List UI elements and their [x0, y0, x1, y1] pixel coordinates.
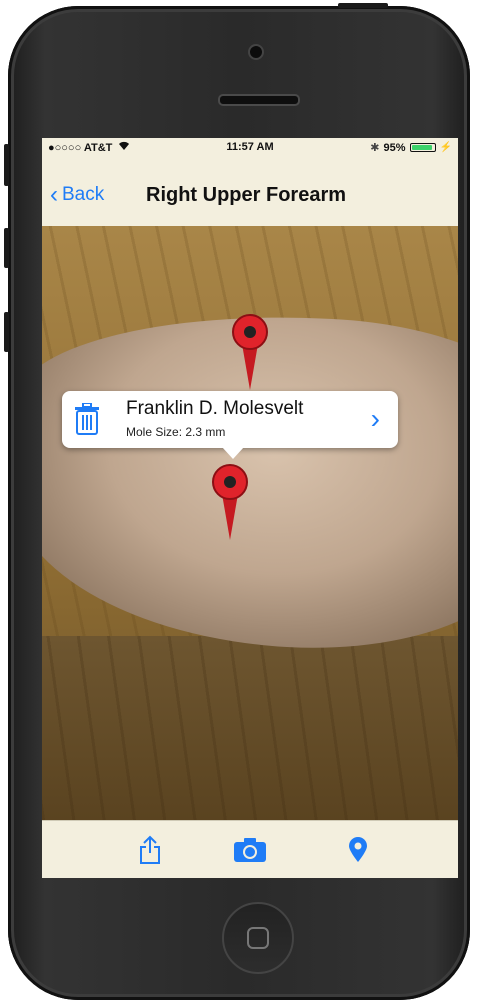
mole-pin-2[interactable]	[210, 462, 250, 542]
mole-callout[interactable]: Franklin D. Molesvelt Mole Size: 2.3 mm …	[62, 391, 398, 459]
mole-size: Mole Size: 2.3 mm	[126, 425, 226, 439]
bottom-toolbar	[42, 820, 458, 878]
front-camera	[248, 44, 264, 60]
camera-button[interactable]	[232, 833, 268, 867]
charging-icon: ⚡	[439, 142, 452, 153]
volume-down-button	[4, 312, 9, 352]
chevron-left-icon: ‹	[50, 181, 58, 208]
navigation-bar: ‹ Back Right Upper Forearm	[42, 158, 458, 227]
chevron-right-icon[interactable]: ›	[371, 405, 380, 433]
battery-percent: 95%	[383, 141, 406, 154]
battery-fill	[411, 145, 433, 150]
trash-icon[interactable]	[74, 403, 100, 435]
home-square-icon	[247, 927, 269, 949]
status-bar: ●○○○○ AT&T 11:57 AM ✱ 95% ⚡	[42, 138, 458, 158]
power-button	[338, 3, 388, 8]
patient-name: Franklin D. Molesvelt	[126, 398, 304, 419]
volume-up-button	[4, 228, 9, 268]
mole-pin-1[interactable]	[230, 312, 270, 392]
body-photo[interactable]: Franklin D. Molesvelt Mole Size: 2.3 mm …	[42, 226, 458, 820]
mute-switch	[4, 144, 9, 186]
share-icon	[140, 835, 160, 864]
page-title: Right Upper Forearm	[146, 184, 347, 206]
battery-icon	[409, 143, 436, 152]
add-pin-button[interactable]	[340, 833, 376, 867]
back-button[interactable]: ‹ Back	[50, 181, 105, 208]
earpiece-speaker	[218, 94, 300, 106]
share-button[interactable]	[132, 833, 168, 867]
location-pin-icon	[349, 837, 367, 862]
callout-pointer	[222, 447, 244, 459]
status-right: ✱ 95% ⚡	[370, 141, 452, 155]
bluetooth-icon: ✱	[370, 142, 380, 154]
camera-icon	[234, 838, 266, 862]
wood-surface	[42, 636, 458, 820]
back-label: Back	[62, 184, 105, 205]
home-button[interactable]	[222, 902, 294, 974]
screen: ●○○○○ AT&T 11:57 AM ✱ 95% ⚡ ‹ Back Right…	[42, 138, 458, 878]
